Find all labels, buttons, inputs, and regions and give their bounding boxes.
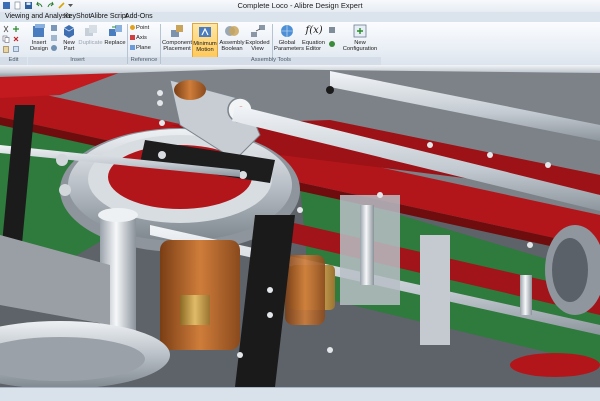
minimum-motion-icon bbox=[197, 24, 213, 40]
lower-right-red-part bbox=[510, 353, 600, 377]
paste-icon[interactable] bbox=[2, 45, 10, 55]
plane-icon bbox=[130, 45, 135, 50]
cut-icon[interactable] bbox=[2, 25, 10, 35]
shaft-top bbox=[98, 208, 138, 222]
bolt bbox=[159, 120, 165, 126]
bolt bbox=[327, 347, 333, 353]
point-icon bbox=[130, 25, 135, 30]
bolt bbox=[427, 142, 433, 148]
menu-viewing-and-analysis[interactable]: Viewing and Analysis bbox=[5, 13, 71, 20]
duplicate-icon bbox=[83, 23, 99, 39]
insert-small-c-icon[interactable] bbox=[50, 44, 58, 54]
bracket-bolt bbox=[158, 151, 166, 159]
new-part-icon bbox=[61, 23, 77, 39]
config-small-a-icon[interactable] bbox=[328, 26, 336, 36]
axis-icon bbox=[130, 35, 135, 40]
group-label-reference: Reference bbox=[128, 57, 160, 65]
valve-link bbox=[420, 235, 450, 345]
exploded-view-icon bbox=[250, 23, 266, 39]
bolt bbox=[267, 312, 273, 318]
menu-alibre-script[interactable]: Alibre Script bbox=[90, 13, 128, 20]
replace-icon bbox=[107, 23, 123, 39]
insert-design-button[interactable]: Insert Design bbox=[28, 23, 50, 58]
left-bolt bbox=[56, 154, 68, 166]
valve-rod bbox=[360, 205, 374, 285]
bolt bbox=[527, 242, 533, 248]
assembly-boolean-button[interactable]: Assembly Boolean bbox=[219, 23, 245, 58]
new-part-button[interactable]: New Part bbox=[60, 23, 78, 58]
group-label-insert: Insert bbox=[28, 57, 127, 65]
bolt bbox=[545, 162, 551, 168]
insert-small-b-icon[interactable] bbox=[50, 34, 58, 44]
copy-icon[interactable] bbox=[2, 35, 10, 45]
bolt bbox=[262, 122, 268, 128]
bolt bbox=[157, 100, 163, 106]
status-bar bbox=[0, 387, 600, 401]
insert-design-icon bbox=[31, 23, 47, 39]
delete-icon[interactable] bbox=[12, 35, 20, 45]
window-title: Complete Loco - Alibre Design Expert bbox=[237, 1, 363, 10]
menu-bar: Viewing and Analysis KeyShot Alibre Scri… bbox=[0, 12, 600, 22]
bracket-bolt bbox=[239, 171, 247, 179]
duplicate-button[interactable]: Duplicate bbox=[78, 23, 103, 58]
axis-button[interactable]: Axis bbox=[130, 35, 147, 41]
global-parameters-button[interactable]: Global Parameters bbox=[274, 23, 304, 58]
bolt bbox=[157, 90, 163, 96]
component-placement-button[interactable]: Component Placement bbox=[162, 23, 192, 58]
menu-keyshot[interactable]: KeyShot bbox=[64, 13, 90, 20]
right-wheel-hub bbox=[552, 238, 588, 302]
bolt bbox=[326, 86, 334, 94]
new-configuration-icon bbox=[352, 23, 368, 39]
new-configuration-button[interactable]: New Configuration bbox=[339, 23, 381, 58]
assembly-boolean-icon bbox=[224, 23, 240, 39]
3d-viewport[interactable] bbox=[0, 65, 600, 387]
left-bolt bbox=[59, 184, 71, 196]
group-label-assembly-tools: Assembly Tools bbox=[161, 57, 381, 65]
bolt bbox=[267, 287, 273, 293]
title-bar: Complete Loco - Alibre Design Expert bbox=[0, 0, 600, 12]
valve-spindle bbox=[520, 275, 532, 315]
point-button[interactable]: Point bbox=[130, 25, 149, 31]
bronze-block-right bbox=[285, 255, 325, 325]
bolt bbox=[377, 192, 383, 198]
ribbon: Insert Design New Part Duplicate Replace… bbox=[0, 22, 600, 66]
menu-add-ons[interactable]: Add-Ons bbox=[125, 13, 153, 20]
bolt bbox=[487, 152, 493, 158]
component-placement-icon bbox=[169, 23, 185, 39]
add-icon[interactable] bbox=[12, 25, 20, 35]
bolt bbox=[237, 352, 243, 358]
function-icon: f(x) bbox=[305, 25, 323, 36]
group-label-edit: Edit bbox=[0, 57, 27, 65]
replace-button[interactable]: Replace bbox=[104, 23, 126, 58]
minimum-motion-button[interactable]: Minimum Motion bbox=[192, 23, 218, 58]
bolt bbox=[297, 207, 303, 213]
locomotive-model-render bbox=[0, 65, 600, 387]
brass-nut bbox=[180, 295, 210, 325]
crank-bronze-block bbox=[174, 80, 206, 100]
equation-editor-button[interactable]: f(x) Equation Editor bbox=[301, 23, 326, 58]
exploded-view-button[interactable]: Exploded View bbox=[245, 23, 270, 58]
plane-button[interactable]: Plane bbox=[130, 45, 151, 51]
properties-icon[interactable] bbox=[12, 45, 20, 55]
insert-small-a-icon[interactable] bbox=[50, 24, 58, 34]
config-small-b-icon[interactable] bbox=[328, 40, 336, 50]
globe-icon bbox=[279, 23, 295, 39]
